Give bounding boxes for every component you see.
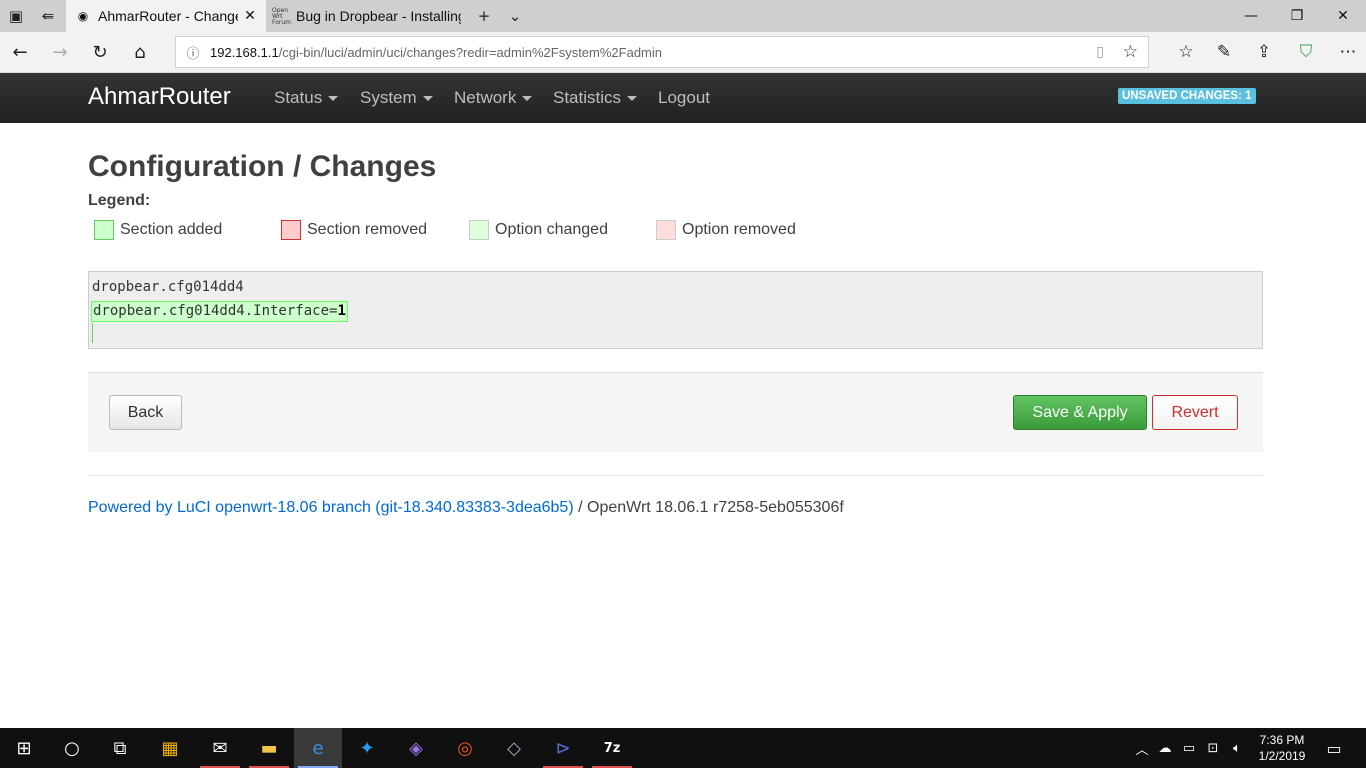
windows-taskbar: ⊞ ○ ⧉ ▦ ✉ ▬ e ✦ ◈ ◎ ◇ ⊳ 7z ︿ ☁ ▭ ⊡ 🔈︎ 7:… (0, 728, 1366, 768)
network-icon[interactable]: ⊡ (1202, 728, 1224, 768)
legend-swatch (469, 220, 489, 240)
remote-desktop-icon[interactable]: ◇ (490, 728, 538, 768)
openwrt-version: OpenWrt 18.06.1 r7258-5eb055306f (587, 499, 844, 516)
luci-favicon-icon: ◉ (77, 9, 89, 23)
tab-title: Bug in Dropbear - Installing (296, 8, 461, 24)
legend-option-changed: Option changed (469, 218, 608, 242)
edge-browser-icon[interactable]: e (294, 728, 342, 768)
menu-status[interactable]: Status (274, 88, 339, 108)
close-tab-icon[interactable]: ✕ (240, 6, 260, 26)
browser-address-bar: ← → ↻ ⌂ ⓘ 192.168.1.1/cgi-bin/luci/admin… (0, 32, 1366, 73)
caret-down-icon (328, 96, 339, 102)
tab-groups-icon[interactable]: ▣ (0, 0, 32, 32)
powershell-icon[interactable]: ⊳ (539, 728, 587, 768)
refresh-icon[interactable]: ↻ (84, 36, 116, 68)
volume-icon[interactable]: 🔈︎ (1226, 728, 1248, 768)
legend-label: Option removed (682, 221, 796, 238)
task-view-icon[interactable]: ⧉ (96, 728, 144, 768)
minimize-icon[interactable]: — (1228, 0, 1274, 32)
system-clock[interactable]: 7:36 PM 1/2/2019 (1250, 732, 1314, 764)
twitter-icon[interactable]: ✦ (343, 728, 391, 768)
back-button[interactable]: Back (109, 395, 182, 430)
luci-navbar: AhmarRouter Status System Network Statis… (0, 73, 1366, 123)
footer-separator: / (573, 499, 587, 516)
battery-icon[interactable]: ▭ (1178, 728, 1200, 768)
tabs-aside-icon[interactable]: ⇚ (32, 0, 64, 32)
web-note-pen-icon[interactable]: ✎ (1206, 36, 1242, 68)
footer-divider (88, 475, 1263, 476)
mail-icon[interactable]: ✉ (196, 728, 244, 768)
footer: Powered by LuCI openwrt-18.06 branch (gi… (88, 499, 844, 517)
visual-studio-icon[interactable]: ◈ (392, 728, 440, 768)
caret-down-icon (627, 96, 638, 102)
seven-zip-icon[interactable]: 7z (588, 728, 636, 768)
save-apply-button[interactable]: Save & Apply (1013, 395, 1147, 430)
legend-label: Section removed (307, 221, 428, 238)
menu-network[interactable]: Network (454, 88, 533, 108)
page-title: Configuration / Changes (88, 150, 437, 183)
more-menu-icon[interactable]: ⋯ (1330, 36, 1366, 68)
legend-section-added: Section added (94, 218, 222, 242)
menu-statistics[interactable]: Statistics (553, 88, 638, 108)
luci-version-link[interactable]: Powered by LuCI openwrt-18.06 branch (gi… (88, 499, 574, 516)
changed-section: dropbear.cfg014dd4 (92, 279, 244, 295)
clock-date: 1/2/2019 (1258, 749, 1306, 763)
favorites-hub-icon[interactable]: ☆ (1168, 36, 1204, 68)
menu-logout[interactable]: Logout (658, 88, 710, 108)
action-center-icon[interactable]: ▭ (1318, 728, 1350, 768)
browser-tab-strip: ▣ ⇚ ◉ AhmarRouter - Changes ✕ Open Wrt F… (0, 0, 1366, 32)
changed-option: dropbear.cfg014dd4.Interface=1 (91, 301, 348, 322)
unsaved-changes-badge[interactable]: UNSAVED CHANGES: 1 (1118, 88, 1256, 104)
router-brand[interactable]: AhmarRouter (88, 83, 231, 111)
back-arrow-icon[interactable]: ← (4, 36, 36, 68)
site-info-icon[interactable]: ⓘ (176, 43, 210, 62)
uci-changes-box: dropbear.cfg014dd4 dropbear.cfg014dd4.In… (88, 271, 1263, 349)
home-icon[interactable]: ⌂ (124, 36, 156, 68)
legend-label: Section added (120, 221, 223, 238)
file-explorer-icon[interactable]: ▬ (245, 728, 293, 768)
onedrive-cloud-icon[interactable]: ☁ (1154, 728, 1176, 768)
tab-preview-chevron-down-icon[interactable]: ⌄ (499, 0, 531, 32)
url-text: 192.168.1.1/cgi-bin/luci/admin/uci/chang… (210, 44, 662, 60)
tab-ahmarrouter[interactable]: ◉ AhmarRouter - Changes ✕ (66, 0, 266, 32)
revert-button[interactable]: Revert (1152, 395, 1238, 430)
action-bar: Back Save & Apply Revert (88, 372, 1263, 452)
legend-option-removed: Option removed (656, 218, 796, 242)
legend-swatch (656, 220, 676, 240)
url-field[interactable]: ⓘ 192.168.1.1/cgi-bin/luci/admin/uci/cha… (175, 36, 1149, 68)
extension-shield-icon[interactable]: ⛉ (1288, 36, 1324, 68)
ubuntu-icon[interactable]: ◎ (441, 728, 489, 768)
openwrt-forum-favicon-icon: Open Wrt Forum (272, 7, 292, 26)
restore-icon[interactable]: ❐ (1274, 0, 1320, 32)
legend-section-removed: Section removed (281, 218, 427, 242)
tab-bug-in-dropbear[interactable]: Open Wrt Forum Bug in Dropbear - Install… (266, 0, 466, 32)
legend-label: Option changed (495, 221, 608, 238)
legend-title: Legend: (88, 192, 151, 209)
start-windows-icon[interactable]: ⊞ (0, 728, 48, 768)
reading-view-icon[interactable]: ▯ (1096, 44, 1104, 60)
section-added-marker (92, 323, 93, 343)
caret-down-icon (422, 96, 433, 102)
clock-time: 7:36 PM (1259, 733, 1305, 747)
share-icon[interactable]: ⇪ (1246, 36, 1282, 68)
legend-swatch (94, 220, 114, 240)
forward-arrow-icon[interactable]: → (44, 36, 76, 68)
legend-swatch (281, 220, 301, 240)
favorite-star-icon[interactable]: ☆ (1123, 42, 1138, 62)
close-window-icon[interactable]: ✕ (1320, 0, 1366, 32)
caret-down-icon (522, 96, 533, 102)
show-hidden-icons-chevron-up-icon[interactable]: ︿ (1132, 728, 1152, 768)
search-circle-icon[interactable]: ○ (48, 728, 96, 768)
tab-title: AhmarRouter - Changes (98, 8, 238, 24)
menu-system[interactable]: System (360, 88, 433, 108)
store-icon[interactable]: ▦ (146, 728, 194, 768)
new-tab-icon[interactable]: + (468, 0, 500, 32)
